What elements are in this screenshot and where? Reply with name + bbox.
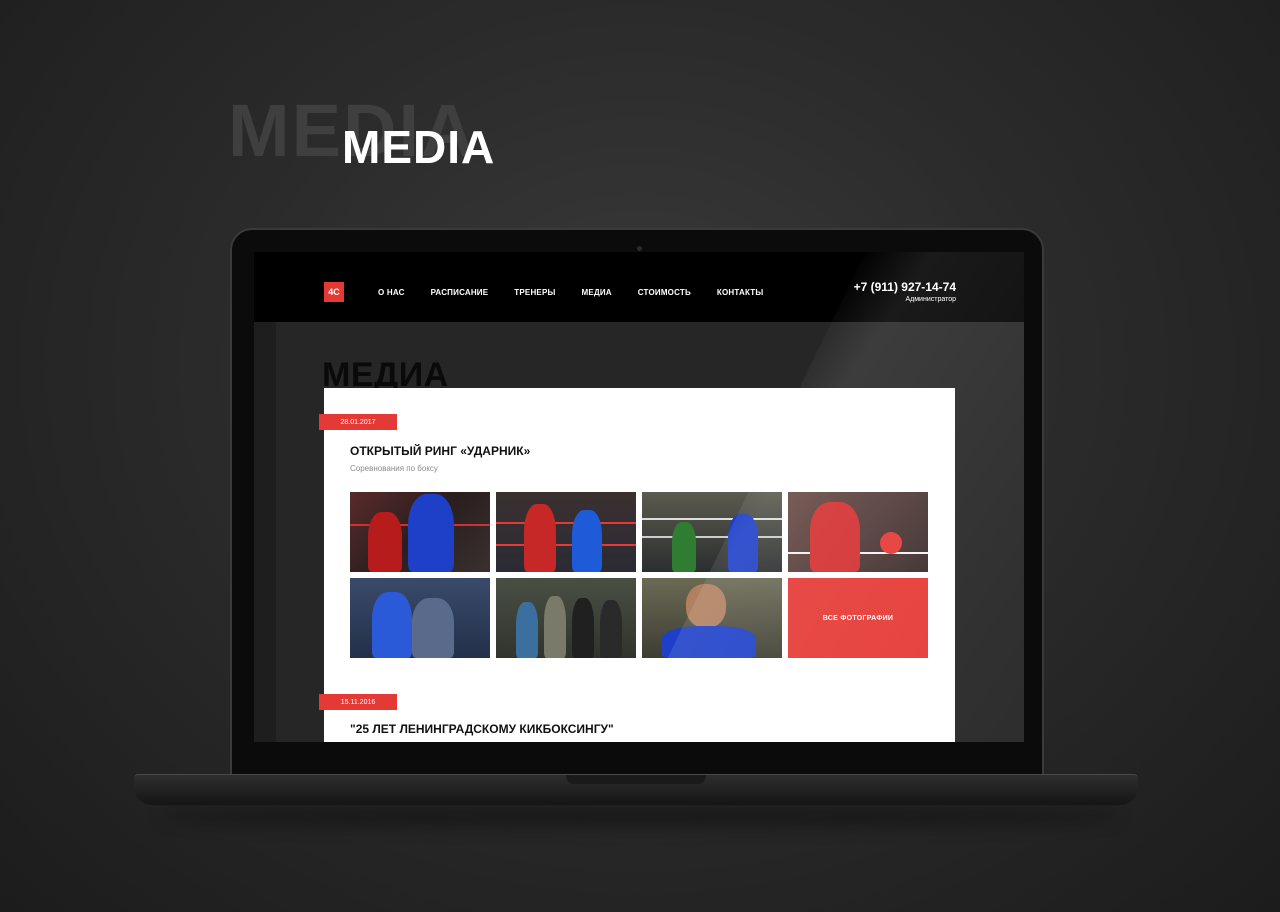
event-date-badge: 15.11.2016 [319, 694, 397, 710]
gallery-photo[interactable] [350, 492, 490, 572]
nav-link-about[interactable]: О НАС [378, 288, 405, 297]
header-phone[interactable]: +7 (911) 927-14-74 [854, 280, 956, 294]
gallery-photo[interactable] [350, 578, 490, 658]
photo-gallery: ВСЕ ФОТОГРАФИИ [350, 492, 930, 658]
media-card: 28.01.2017 ОТКРЫТЫЙ РИНГ «УДАРНИК» Сорев… [319, 388, 955, 742]
laptop-notch [566, 775, 706, 784]
main-nav: О НАС РАСПИСАНИЕ ТРЕНЕРЫ МЕДИА СТОИМОСТЬ… [378, 288, 763, 297]
gallery-photo[interactable] [788, 492, 928, 572]
laptop-shadow [160, 806, 1120, 828]
gallery-photo[interactable] [642, 492, 782, 572]
gallery-photo[interactable] [496, 492, 636, 572]
page-body: МЕДИА 28.01.2017 ОТКРЫТЫЙ РИНГ «УДАРНИК»… [254, 322, 1024, 742]
event-subtitle: Соревнования по боксу [350, 464, 438, 473]
gallery-photo[interactable] [496, 578, 636, 658]
camera-icon [637, 246, 642, 251]
hero-title: MEDIA [342, 121, 496, 173]
event-title[interactable]: ОТКРЫТЫЙ РИНГ «УДАРНИК» [350, 444, 530, 458]
nav-link-trainers[interactable]: ТРЕНЕРЫ [514, 288, 555, 297]
nav-link-schedule[interactable]: РАСПИСАНИЕ [431, 288, 489, 297]
nav-link-pricing[interactable]: СТОИМОСТЬ [638, 288, 691, 297]
site-logo[interactable]: 4C [324, 282, 344, 302]
laptop-lid: 4C О НАС РАСПИСАНИЕ ТРЕНЕРЫ МЕДИА СТОИМО… [230, 228, 1044, 778]
presentation-stage: MEDIA MEDIA 4C О НАС РАСПИСАНИЕ ТРЕНЕРЫ … [0, 0, 1280, 912]
nav-link-media[interactable]: МЕДИА [582, 288, 612, 297]
header-phone-caption: Администратор [905, 296, 956, 303]
nav-link-contacts[interactable]: КОНТАКТЫ [717, 288, 763, 297]
all-photos-button[interactable]: ВСЕ ФОТОГРАФИИ [788, 578, 928, 658]
event-title[interactable]: "25 ЛЕТ ЛЕНИНГРАДСКОМУ КИКБОКСИНГУ" [350, 722, 614, 736]
gallery-photo[interactable] [642, 578, 782, 658]
laptop-base [134, 774, 1138, 805]
laptop-screen: 4C О НАС РАСПИСАНИЕ ТРЕНЕРЫ МЕДИА СТОИМО… [254, 252, 1024, 742]
site-header: 4C О НАС РАСПИСАНИЕ ТРЕНЕРЫ МЕДИА СТОИМО… [254, 252, 1024, 322]
event-date-badge: 28.01.2017 [319, 414, 397, 430]
